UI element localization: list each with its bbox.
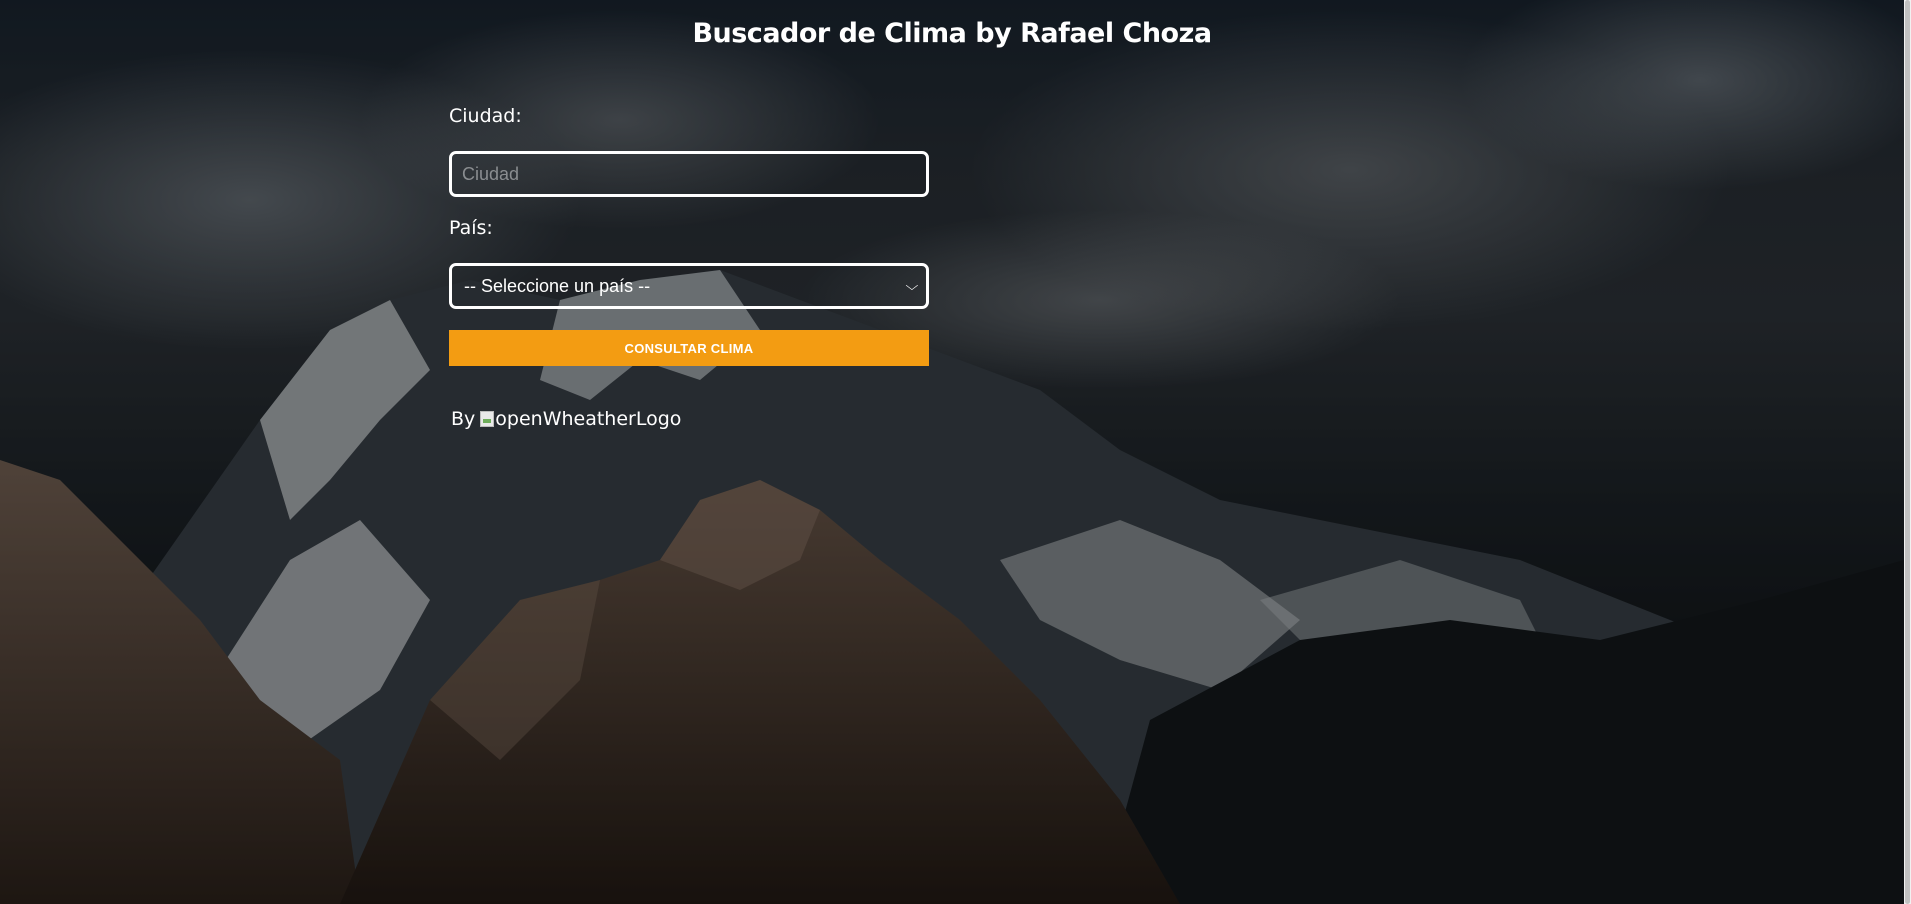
country-select[interactable]: -- Seleccione un país -- ⌵ [449,263,929,309]
openweather-logo: openWheatherLogo [480,408,681,430]
by-label: By [451,408,476,430]
page-title: Buscador de Clima by Rafael Choza [692,18,1212,49]
openweather-logo-alt: openWheatherLogo [495,408,682,430]
country-select-value: -- Seleccione un país -- [464,275,651,296]
powered-by: By openWheatherLogo [451,408,681,430]
city-label: Ciudad: [449,105,522,127]
chevron-down-icon: ⌵ [905,278,919,293]
background-overlay [0,0,1904,904]
scrollbar-thumb[interactable] [1905,0,1910,904]
consultar-clima-button[interactable]: CONSULTAR CLIMA [449,330,929,366]
vertical-scrollbar[interactable] [1904,0,1911,904]
city-input[interactable] [449,151,929,197]
broken-image-icon [480,411,495,427]
country-label: País: [449,217,493,239]
